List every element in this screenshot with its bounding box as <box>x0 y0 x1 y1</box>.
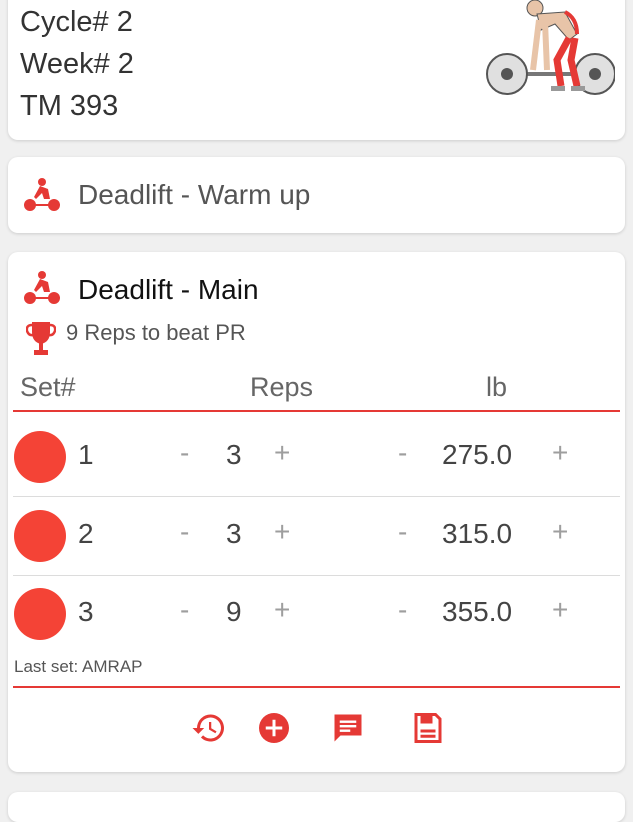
weight-increment-button[interactable]: + <box>552 594 568 626</box>
pr-text: 9 Reps to beat PR <box>66 320 246 345</box>
footer-divider <box>13 686 620 688</box>
add-circle-icon[interactable] <box>256 710 292 746</box>
set-complete-toggle[interactable] <box>14 431 66 483</box>
warmup-card[interactable]: Deadlift - Warm up <box>8 157 625 233</box>
cycle-info-card: Cycle# 2 Week# 2 TM 393 <box>8 0 625 140</box>
save-icon[interactable] <box>410 710 446 746</box>
reps-value: 3 <box>226 518 242 549</box>
weight-value: 355.0 <box>442 596 513 627</box>
set-number: 2 <box>78 518 94 549</box>
deadlift-illustration <box>486 0 615 95</box>
weight-value: 275.0 <box>442 439 513 470</box>
reps-increment-button[interactable]: + <box>274 437 290 469</box>
trophy-icon <box>26 322 56 355</box>
set-number: 1 <box>78 439 94 470</box>
comment-icon[interactable] <box>330 710 366 746</box>
set-complete-toggle[interactable] <box>14 510 66 562</box>
reps-increment-button[interactable]: + <box>274 516 290 548</box>
header-weight-unit: lb <box>486 372 508 402</box>
reps-decrement-button[interactable]: - <box>180 516 189 548</box>
reps-increment-button[interactable]: + <box>274 594 290 626</box>
deadlift-icon <box>24 271 60 304</box>
main-sets-card: Deadlift - Main 9 Reps to beat PR Set# R… <box>8 252 625 772</box>
deadlift-icon <box>24 178 60 211</box>
header-divider <box>13 410 620 412</box>
weight-increment-button[interactable]: + <box>552 437 568 469</box>
set-row: 1 - 3 + - 275.0 + <box>8 419 625 497</box>
reps-value: 3 <box>226 439 242 470</box>
training-max-label: TM 393 <box>20 90 119 122</box>
header-set: Set# <box>20 372 76 402</box>
reps-value: 9 <box>226 596 242 627</box>
weight-value: 315.0 <box>442 518 513 549</box>
history-icon[interactable] <box>191 710 227 746</box>
weight-decrement-button[interactable]: - <box>398 437 407 469</box>
warmup-title: Deadlift - Warm up <box>78 179 311 210</box>
set-complete-toggle[interactable] <box>14 588 66 640</box>
header-reps: Reps <box>250 372 314 402</box>
weight-decrement-button[interactable]: - <box>398 594 407 626</box>
cycle-label: Cycle# 2 <box>20 6 133 38</box>
main-title: Deadlift - Main <box>78 274 259 305</box>
week-label: Week# 2 <box>20 48 134 80</box>
set-row: 3 - 9 + - 355.0 + <box>8 576 625 654</box>
reps-decrement-button[interactable]: - <box>180 594 189 626</box>
weight-decrement-button[interactable]: - <box>398 516 407 548</box>
weight-increment-button[interactable]: + <box>552 516 568 548</box>
next-card <box>8 792 625 822</box>
set-number: 3 <box>78 596 94 627</box>
set-row: 2 - 3 + - 315.0 + <box>8 498 625 576</box>
reps-decrement-button[interactable]: - <box>180 437 189 469</box>
last-set-note: Last set: AMRAP <box>14 657 143 676</box>
row-separator <box>13 496 620 497</box>
